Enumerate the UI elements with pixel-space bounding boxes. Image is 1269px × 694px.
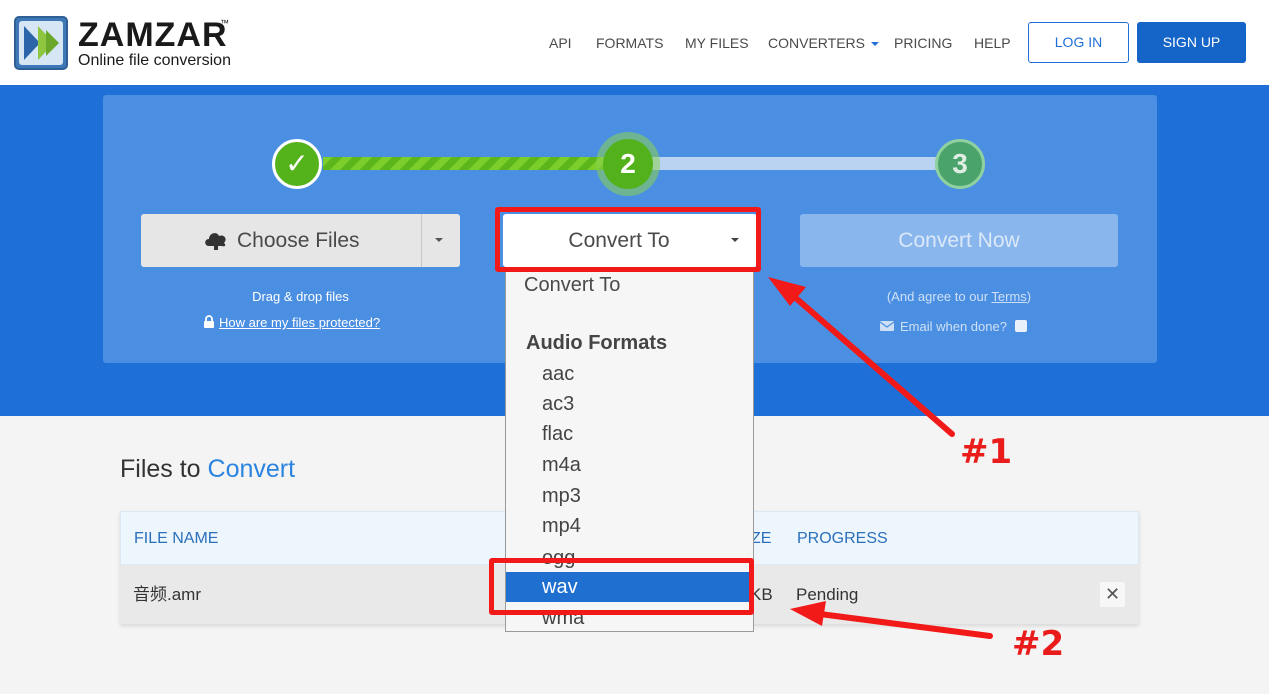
annotation-box-convert-to — [495, 207, 761, 272]
nav-converters[interactable]: CONVERTERS — [768, 35, 879, 51]
convert-now-button[interactable]: Convert Now — [800, 214, 1118, 267]
dropdown-option-aac[interactable]: aac — [506, 359, 753, 389]
annotation-label-1: #1 — [960, 432, 1013, 472]
signup-button[interactable]: SIGN UP — [1137, 22, 1246, 63]
files-to-convert-heading: Files to Convert — [120, 454, 295, 484]
dropdown-group-audio-formats: Audio Formats — [526, 332, 668, 354]
zamzar-page: ZAMZAR ™ Online file conversion API FORM… — [0, 0, 1269, 694]
site-header: ZAMZAR ™ Online file conversion API FORM… — [0, 0, 1269, 85]
drag-drop-text: Drag & drop files — [252, 289, 349, 304]
row-file-name: 音频.amr — [133, 585, 201, 604]
nav-help[interactable]: HELP — [974, 35, 1011, 51]
email-when-done: Email when done? — [880, 319, 1027, 335]
zamzar-logo-mark-icon — [14, 16, 68, 70]
dropdown-option-m4a[interactable]: m4a — [506, 450, 753, 480]
dropdown-option-mp3[interactable]: mp3 — [506, 481, 753, 511]
step-1-complete-badge: ✓ — [272, 139, 322, 189]
choose-files-label: Choose Files — [237, 229, 360, 252]
annotation-label-2: #2 — [1012, 624, 1065, 664]
logo-trademark: ™ — [220, 18, 229, 28]
choose-files-control: Choose Files — [141, 214, 460, 267]
step-2-current-badge: 2 — [603, 139, 653, 189]
choose-files-dropdown-icon[interactable] — [435, 238, 443, 242]
choose-files-button[interactable]: Choose Files — [141, 214, 422, 267]
lock-icon — [204, 315, 214, 328]
zamzar-logo[interactable]: ZAMZAR ™ Online file conversion — [14, 14, 314, 74]
email-when-done-checkbox[interactable] — [1014, 320, 1027, 332]
chevron-down-icon — [870, 42, 879, 47]
files-protected-link-text: How are my files protected? — [219, 315, 381, 330]
terms-agreement: (And agree to our Terms) — [800, 289, 1118, 305]
cloud-upload-icon — [205, 233, 226, 250]
nav-formats[interactable]: FORMATS — [596, 35, 663, 51]
step-progress-complete — [323, 157, 631, 170]
envelope-icon — [880, 321, 894, 331]
logo-subtitle: Online file conversion — [78, 52, 231, 69]
logo-title: ZAMZAR — [78, 16, 228, 54]
row-progress-status: Pending — [796, 585, 859, 604]
files-protected-link[interactable]: How are my files protected? — [203, 315, 380, 331]
email-when-done-label: Email when done? — [900, 319, 1007, 334]
dropdown-option-ac3[interactable]: ac3 — [506, 389, 753, 419]
remove-file-button[interactable]: ✕ — [1100, 582, 1125, 607]
terms-prefix: (And agree to our — [886, 289, 992, 304]
dropdown-option-convert-to[interactable]: Convert To — [524, 272, 620, 298]
step-3-badge: 3 — [935, 139, 985, 189]
files-heading-part2: Convert — [207, 455, 296, 483]
step-progress-pending — [651, 157, 961, 170]
nav-my-files[interactable]: MY FILES — [685, 35, 749, 51]
terms-suffix: ) — [1026, 289, 1032, 304]
terms-link[interactable]: Terms — [991, 289, 1026, 304]
column-file-name: FILE NAME — [134, 530, 219, 547]
dropdown-option-flac[interactable]: flac — [506, 419, 753, 449]
files-heading-part1: Files to — [120, 455, 208, 483]
column-size: ZE — [751, 530, 772, 547]
nav-api[interactable]: API — [549, 35, 572, 51]
nav-converters-label: CONVERTERS — [768, 35, 865, 51]
column-progress: PROGRESS — [797, 530, 888, 547]
nav-pricing[interactable]: PRICING — [894, 35, 952, 51]
annotation-box-wav — [489, 558, 754, 615]
dropdown-option-mp4[interactable]: mp4 — [506, 511, 753, 541]
login-button[interactable]: LOG IN — [1028, 22, 1129, 63]
